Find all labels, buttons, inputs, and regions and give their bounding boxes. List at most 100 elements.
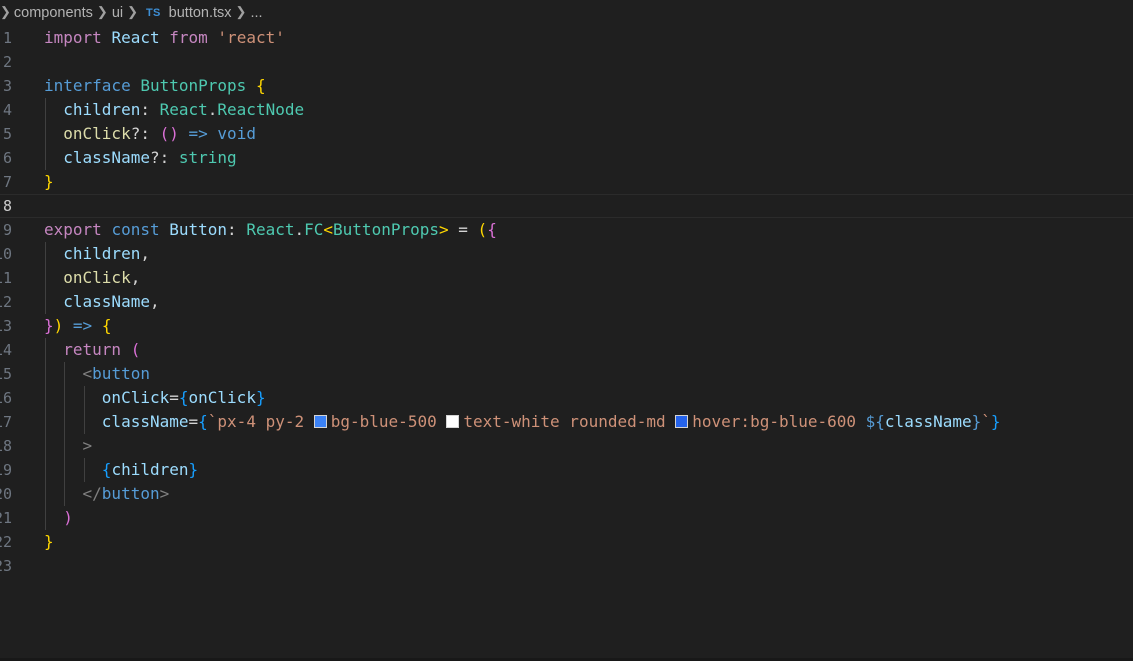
breadcrumb: ❯ components ❯ ui ❯ TS button.tsx ❯ ...: [0, 0, 1133, 26]
code-line[interactable]: 5 onClick?: () => void: [0, 122, 1133, 146]
code-token: children: [111, 460, 189, 479]
code-text: import React from 'react': [44, 26, 285, 50]
code-line[interactable]: 12 className,: [0, 290, 1133, 314]
code-token: onClick: [188, 388, 256, 407]
code-line[interactable]: 13}) => {: [0, 314, 1133, 338]
typescript-file-icon: TS: [146, 7, 161, 19]
code-text: className,: [44, 290, 160, 314]
chevron-right-icon: ❯: [235, 4, 247, 19]
line-number: 22: [0, 533, 12, 551]
code-line[interactable]: 19 {children}: [0, 458, 1133, 482]
code-token: =>: [72, 316, 93, 335]
color-swatch-icon[interactable]: [675, 415, 689, 428]
code-token: {: [101, 316, 112, 335]
code-line[interactable]: 20 </button>: [0, 482, 1133, 506]
code-token: :: [140, 100, 160, 119]
code-line[interactable]: 17 className={`px-4 py-2 bg-blue-500 tex…: [0, 410, 1133, 434]
line-number: 18: [0, 437, 12, 455]
code-token: `: [981, 412, 991, 431]
code-token: ,: [149, 292, 160, 311]
line-number: 11: [0, 269, 12, 287]
code-token: Button: [169, 220, 228, 239]
line-number: 8: [2, 197, 12, 215]
line-number: 2: [2, 53, 12, 71]
code-line[interactable]: 23: [0, 554, 1133, 578]
code-line[interactable]: 16 onClick={onClick}: [0, 386, 1133, 410]
code-token: ?:: [149, 148, 179, 167]
code-token: className: [63, 292, 150, 311]
code-token: className: [101, 412, 189, 431]
code-token: export: [44, 220, 102, 239]
code-line[interactable]: 15 <button: [0, 362, 1133, 386]
code-token: (: [130, 340, 141, 359]
code-line[interactable]: 6 className?: string: [0, 146, 1133, 170]
code-line[interactable]: 4 children: React.ReactNode: [0, 98, 1133, 122]
code-token: ): [53, 316, 64, 335]
code-editor[interactable]: 1 import React from 'react' 2 3 interface Bu…: [0, 26, 1133, 658]
line-number: 5: [2, 125, 12, 143]
code-line[interactable]: 11 onClick,: [0, 266, 1133, 290]
code-line[interactable]: 3 interface ButtonProps {: [0, 74, 1133, 98]
code-token: =: [448, 220, 478, 239]
color-swatch-icon[interactable]: [313, 415, 327, 428]
code-text: className?: string: [44, 146, 236, 170]
code-token: }: [990, 412, 1001, 431]
code-token: button: [92, 364, 150, 383]
code-token: {: [178, 388, 189, 407]
code-token: .: [294, 220, 305, 239]
code-line[interactable]: 14 return (: [0, 338, 1133, 362]
code-token: {: [255, 76, 266, 95]
line-number: 21: [0, 509, 12, 527]
code-token: React: [111, 28, 160, 47]
code-token: FC: [304, 220, 324, 239]
code-line[interactable]: 2: [0, 50, 1133, 74]
code-token: }: [188, 460, 199, 479]
code-token: onClick: [63, 124, 131, 143]
code-text: <button: [44, 362, 150, 386]
code-text: onClick,: [44, 266, 140, 290]
code-token: onClick: [101, 388, 170, 407]
code-line[interactable]: 1 import React from 'react': [0, 26, 1133, 50]
breadcrumb-item-components[interactable]: components: [14, 5, 93, 21]
code-line[interactable]: 7}: [0, 170, 1133, 194]
indent-guide: [45, 338, 46, 530]
code-token: <: [82, 364, 93, 383]
chevron-right-icon: ❯: [0, 4, 11, 19]
code-text: >: [44, 434, 93, 458]
code-token: className: [884, 412, 972, 431]
code-text: export const Button: React.FC<ButtonProp…: [44, 218, 497, 242]
line-number: 9: [2, 221, 12, 239]
code-line[interactable]: 21 ): [0, 506, 1133, 530]
code-token: >: [439, 220, 449, 239]
code-line[interactable]: 18 >: [0, 434, 1133, 458]
code-token: button: [101, 484, 160, 503]
code-line[interactable]: 8: [0, 194, 1133, 218]
code-text: className={`px-4 py-2 bg-blue-500 text-w…: [44, 410, 1001, 434]
code-text: children,: [44, 242, 150, 266]
code-token: ,: [140, 244, 150, 263]
line-number: 10: [0, 245, 12, 263]
code-token: ?:: [130, 124, 160, 143]
breadcrumb-item-ui[interactable]: ui: [112, 5, 123, 21]
code-line[interactable]: 9 export const Button: React.FC<ButtonPro…: [0, 218, 1133, 242]
code-text: ): [44, 506, 73, 530]
code-token: (: [477, 220, 488, 239]
chevron-right-icon: ❯: [96, 4, 108, 19]
line-number: 6: [2, 149, 12, 167]
code-line[interactable]: 22}: [0, 530, 1133, 554]
line-number: 23: [0, 557, 12, 575]
code-token: =>: [188, 124, 208, 143]
code-token: (): [159, 124, 179, 143]
breadcrumb-item-file[interactable]: button.tsx: [169, 5, 232, 21]
color-swatch-icon[interactable]: [446, 415, 460, 428]
code-token: }: [255, 388, 266, 407]
breadcrumb-symbol-ellipsis[interactable]: ...: [250, 5, 262, 21]
code-line[interactable]: 10 children,: [0, 242, 1133, 266]
